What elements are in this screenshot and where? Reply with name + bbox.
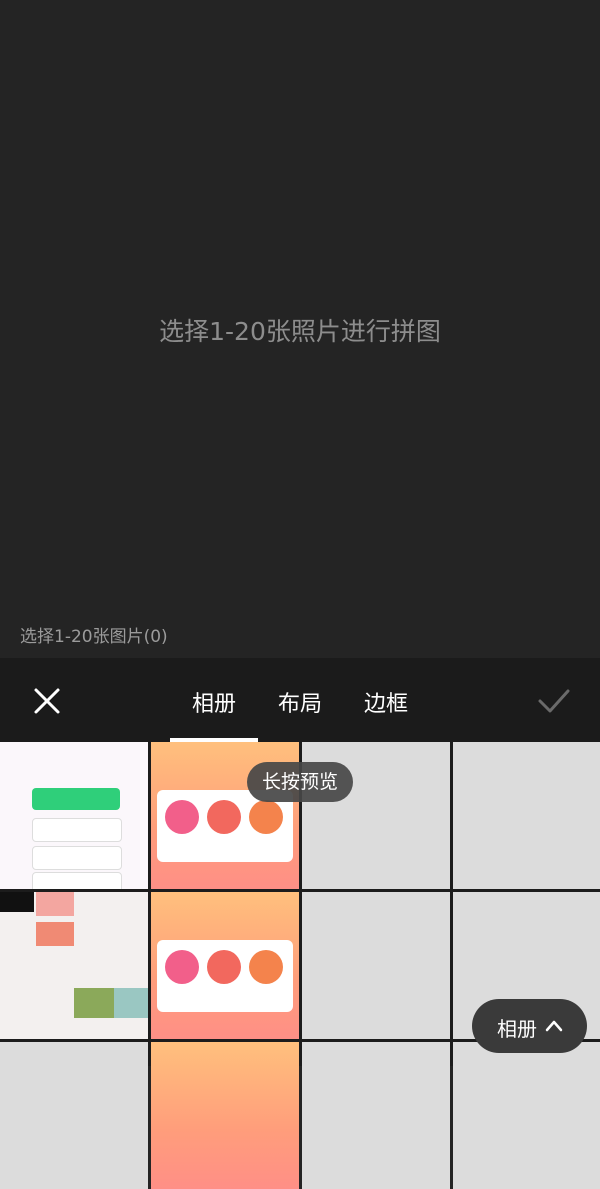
collage-canvas: 选择1-20张照片进行拼图 选择1-20张图片(0)	[0, 0, 600, 658]
photo-thumbnail[interactable]	[302, 892, 450, 1039]
thumbnail-content	[249, 800, 283, 834]
photo-thumbnail[interactable]	[0, 892, 148, 1039]
thumbnail-content	[36, 922, 74, 946]
long-press-preview-tooltip: 长按预览	[247, 762, 353, 802]
thumbnail-content	[32, 846, 122, 870]
close-icon	[34, 688, 60, 714]
thumbnail-content	[0, 892, 34, 912]
thumbnail-content	[32, 872, 122, 889]
photo-thumbnail[interactable]	[0, 742, 148, 889]
selection-count: 选择1-20张图片(0)	[20, 627, 168, 647]
tab-layout[interactable]: 布局	[262, 686, 338, 717]
album-switch-label: 相册	[497, 1017, 537, 1041]
thumbnail-content	[114, 988, 148, 1018]
thumbnail-content	[249, 950, 283, 984]
thumbnail-content	[36, 892, 74, 916]
thumbnail-content	[207, 950, 241, 984]
thumbnail-content	[207, 800, 241, 834]
photo-thumbnail[interactable]	[302, 1042, 450, 1189]
confirm-button[interactable]	[536, 684, 572, 718]
tab-album[interactable]: 相册	[170, 686, 258, 717]
thumbnail-content	[165, 950, 199, 984]
photo-thumbnail[interactable]	[0, 1042, 148, 1189]
photo-thumbnail[interactable]	[151, 1042, 299, 1189]
thumbnail-content	[157, 940, 293, 1012]
check-icon	[538, 689, 570, 713]
thumbnail-content	[32, 788, 120, 810]
thumbnail-content	[165, 800, 199, 834]
close-button[interactable]	[30, 684, 64, 718]
album-switch-button[interactable]: 相册	[472, 999, 587, 1053]
tab-border[interactable]: 边框	[348, 686, 424, 717]
canvas-hint: 选择1-20张照片进行拼图	[159, 317, 441, 346]
chevron-up-icon	[545, 1020, 563, 1032]
thumbnail-content	[32, 818, 122, 842]
photo-thumbnail[interactable]	[151, 892, 299, 1039]
photo-thumbnail[interactable]	[453, 1042, 600, 1189]
photo-thumbnail[interactable]	[453, 742, 600, 889]
thumbnail-content	[74, 988, 114, 1018]
